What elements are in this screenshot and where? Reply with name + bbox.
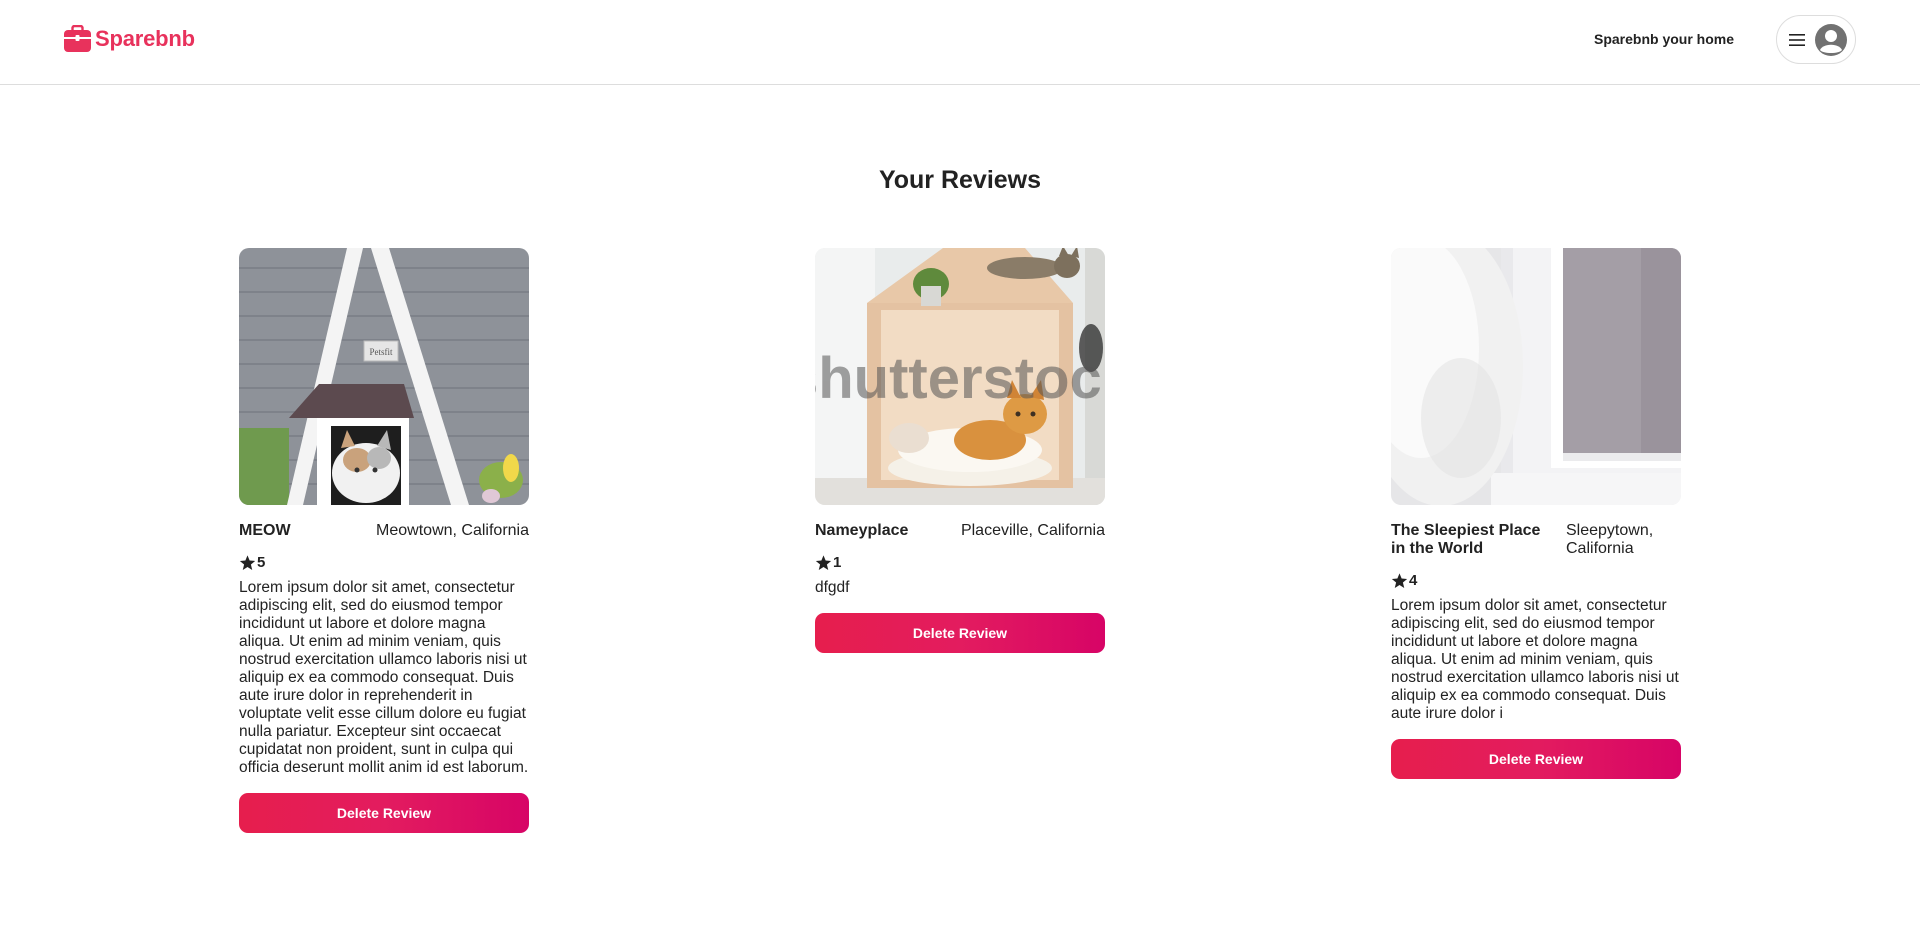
logo-text: Sparebnb [95, 25, 195, 51]
user-avatar-icon [1815, 23, 1847, 56]
listing-image: Petsfit [239, 248, 529, 505]
delete-review-button[interactable]: Delete Review [1391, 739, 1681, 779]
page-title: Your Reviews [878, 166, 1042, 194]
review-rating: 1 [815, 554, 1105, 571]
suitcase-logo-icon [64, 25, 91, 52]
star-icon [1391, 573, 1408, 588]
sparebnb-your-home-link[interactable]: Sparebnb your home [1594, 31, 1734, 47]
listing-location: Meowtown, California [376, 522, 529, 539]
review-card: The Sleepiest Place in the World Sleepyt… [1391, 248, 1681, 779]
delete-review-button[interactable]: Delete Review [239, 793, 529, 833]
delete-review-button[interactable]: Delete Review [815, 613, 1105, 653]
sign-text: Petsfit [369, 347, 393, 357]
review-card: shutterstock Nameyplace Placeville, Cali… [815, 248, 1105, 653]
listing-name: Nameyplace [815, 522, 909, 539]
review-text: Lorem ipsum dolor sit amet, consectetur … [239, 579, 529, 776]
watermark-text: shutterstock [815, 346, 1105, 411]
star-icon [815, 555, 832, 570]
logo[interactable]: Sparebnb [64, 25, 195, 52]
review-text: Lorem ipsum dolor sit amet, consectetur … [1391, 597, 1679, 722]
listing-location: Placeville, California [960, 522, 1105, 539]
review-text: dfgdf [815, 579, 850, 596]
rating-value: 1 [833, 554, 842, 571]
profile-menu-button[interactable] [1776, 15, 1856, 64]
rating-value: 4 [1409, 572, 1418, 589]
rating-value: 5 [257, 554, 266, 571]
listing-name: The Sleepiest Place in the World [1391, 522, 1541, 557]
listing-image [1391, 248, 1681, 505]
top-navbar: Sparebnb Sparebnb your home [0, 0, 1920, 85]
review-rating: 5 [239, 554, 529, 571]
star-icon [239, 555, 256, 570]
menu-icon [1789, 33, 1805, 46]
review-rating: 4 [1391, 572, 1681, 589]
listing-location: Sleepytown, California [1566, 522, 1654, 557]
listing-image: shutterstock [815, 248, 1105, 505]
listing-name: MEOW [239, 522, 291, 539]
review-card: Petsfit MEOW Meowtown, California 5 Lore… [239, 248, 529, 833]
